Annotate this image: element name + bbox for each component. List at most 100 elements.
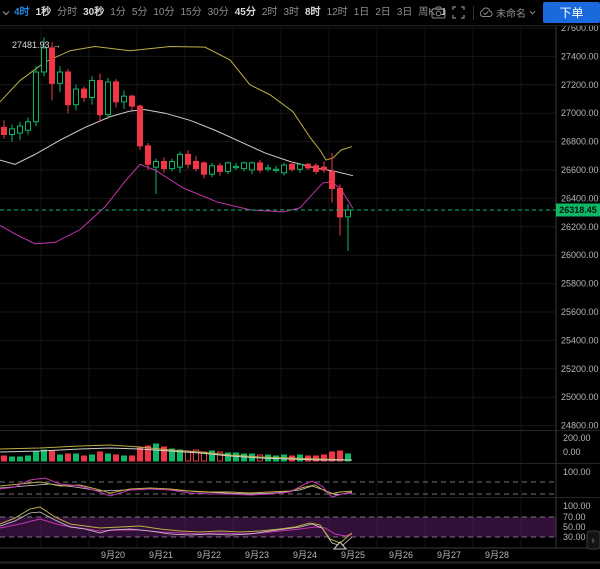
volume-bar [18,457,23,461]
candle [170,161,175,168]
order-button[interactable]: 下单 [543,2,600,23]
candle [130,96,135,106]
interval-30分[interactable]: 30分 [207,0,230,25]
svg-text:50.00: 50.00 [563,522,586,532]
candle [42,48,47,72]
chevron-down-icon[interactable] [0,9,13,17]
interval-list: 4时1秒分时30秒1分5分10分15分30分45分2时3时8时12时1日2日3日… [13,0,445,25]
camera-icon[interactable] [428,3,448,23]
svg-text:26600.00: 26600.00 [561,165,599,175]
volume-bar [50,451,55,461]
candle [218,166,223,172]
svg-text:26400.00: 26400.00 [561,193,599,203]
layout-name: 未命名 [496,5,526,20]
candle [322,167,327,170]
svg-text:27000.00: 27000.00 [561,108,599,118]
candle [314,166,319,172]
svg-text:9月22: 9月22 [197,550,221,560]
interval-30秒[interactable]: 30秒 [82,0,105,25]
interval-8时[interactable]: 8时 [304,0,322,25]
volume-bar [210,451,215,461]
interval-分时[interactable]: 分时 [56,0,78,25]
chart-canvas[interactable]: 26318.4527600.0027400.0027200.0027000.00… [0,0,600,564]
interval-5分[interactable]: 5分 [131,0,149,25]
candle [338,188,343,216]
candle [58,72,63,83]
interval-3时[interactable]: 3时 [282,0,300,25]
interval-2日[interactable]: 2日 [374,0,392,25]
volume-bar [2,456,7,461]
candle [82,89,87,98]
interval-10分[interactable]: 10分 [152,0,175,25]
toolbar-divider [473,6,474,20]
svg-text:100.00: 100.00 [563,467,591,477]
candle [290,164,295,169]
interval-1秒[interactable]: 1秒 [35,0,53,25]
candle [226,163,231,172]
volume-bar [154,444,159,461]
fullscreen-icon[interactable] [448,3,468,23]
svg-text:70.00: 70.00 [563,512,586,522]
volume-bar [74,454,79,461]
interval-45分[interactable]: 45分 [234,0,257,25]
candle [98,81,103,115]
chart-svg: 26318.4527600.0027400.0027200.0027000.00… [0,0,600,564]
volume-bar [114,455,119,461]
candle [50,48,55,84]
svg-text:9月27: 9月27 [437,550,461,560]
interval-1分[interactable]: 1分 [109,0,127,25]
interval-3日[interactable]: 3日 [396,0,414,25]
time-axis[interactable]: 9月209月219月229月239月249月259月269月279月28 [101,550,509,560]
candle [282,165,287,173]
svg-text:200.00: 200.00 [563,433,591,443]
svg-text:26000.00: 26000.00 [561,250,599,260]
volume-bar [66,454,71,461]
candle [274,169,279,170]
candle [2,127,7,134]
volume-bar [10,457,15,461]
volume-bar [98,452,103,461]
candle [202,163,207,174]
interval-4时[interactable]: 4时 [13,0,31,25]
candle [26,122,31,131]
volume-bar [90,455,95,461]
svg-text:30.00: 30.00 [563,532,586,542]
svg-text:27400.00: 27400.00 [561,51,599,61]
candle [298,164,303,169]
candle [250,163,255,170]
interval-15分[interactable]: 15分 [180,0,203,25]
interval-12时[interactable]: 12时 [326,0,349,25]
candle [90,81,95,98]
candle [34,72,39,122]
svg-text:9月23: 9月23 [245,550,269,560]
candle [306,164,311,168]
candle [242,163,247,169]
svg-text:24800.00: 24800.00 [561,421,599,431]
svg-text:9月20: 9月20 [101,550,125,560]
candle [346,210,351,217]
volume-bar [106,454,111,461]
candle [146,146,151,164]
svg-text:25200.00: 25200.00 [561,364,599,374]
candle [210,166,215,175]
candle [258,163,263,170]
svg-text:9月26: 9月26 [389,550,413,560]
interval-2时[interactable]: 2时 [261,0,279,25]
svg-text:25800.00: 25800.00 [561,279,599,289]
candle [162,161,167,168]
candle [266,168,271,169]
svg-text:9月25: 9月25 [341,550,365,560]
svg-text:25600.00: 25600.00 [561,307,599,317]
interval-1日[interactable]: 1日 [353,0,371,25]
svg-text:26200.00: 26200.00 [561,222,599,232]
svg-text:26800.00: 26800.00 [561,137,599,147]
candle [234,166,239,167]
candle [114,82,119,102]
layout-menu[interactable]: 未命名 [479,5,536,20]
svg-text:9月28: 9月28 [485,550,509,560]
volume-bar [82,456,87,461]
volume-bar [122,456,127,461]
candle [106,82,111,115]
candle [186,154,191,164]
candle [154,161,159,167]
